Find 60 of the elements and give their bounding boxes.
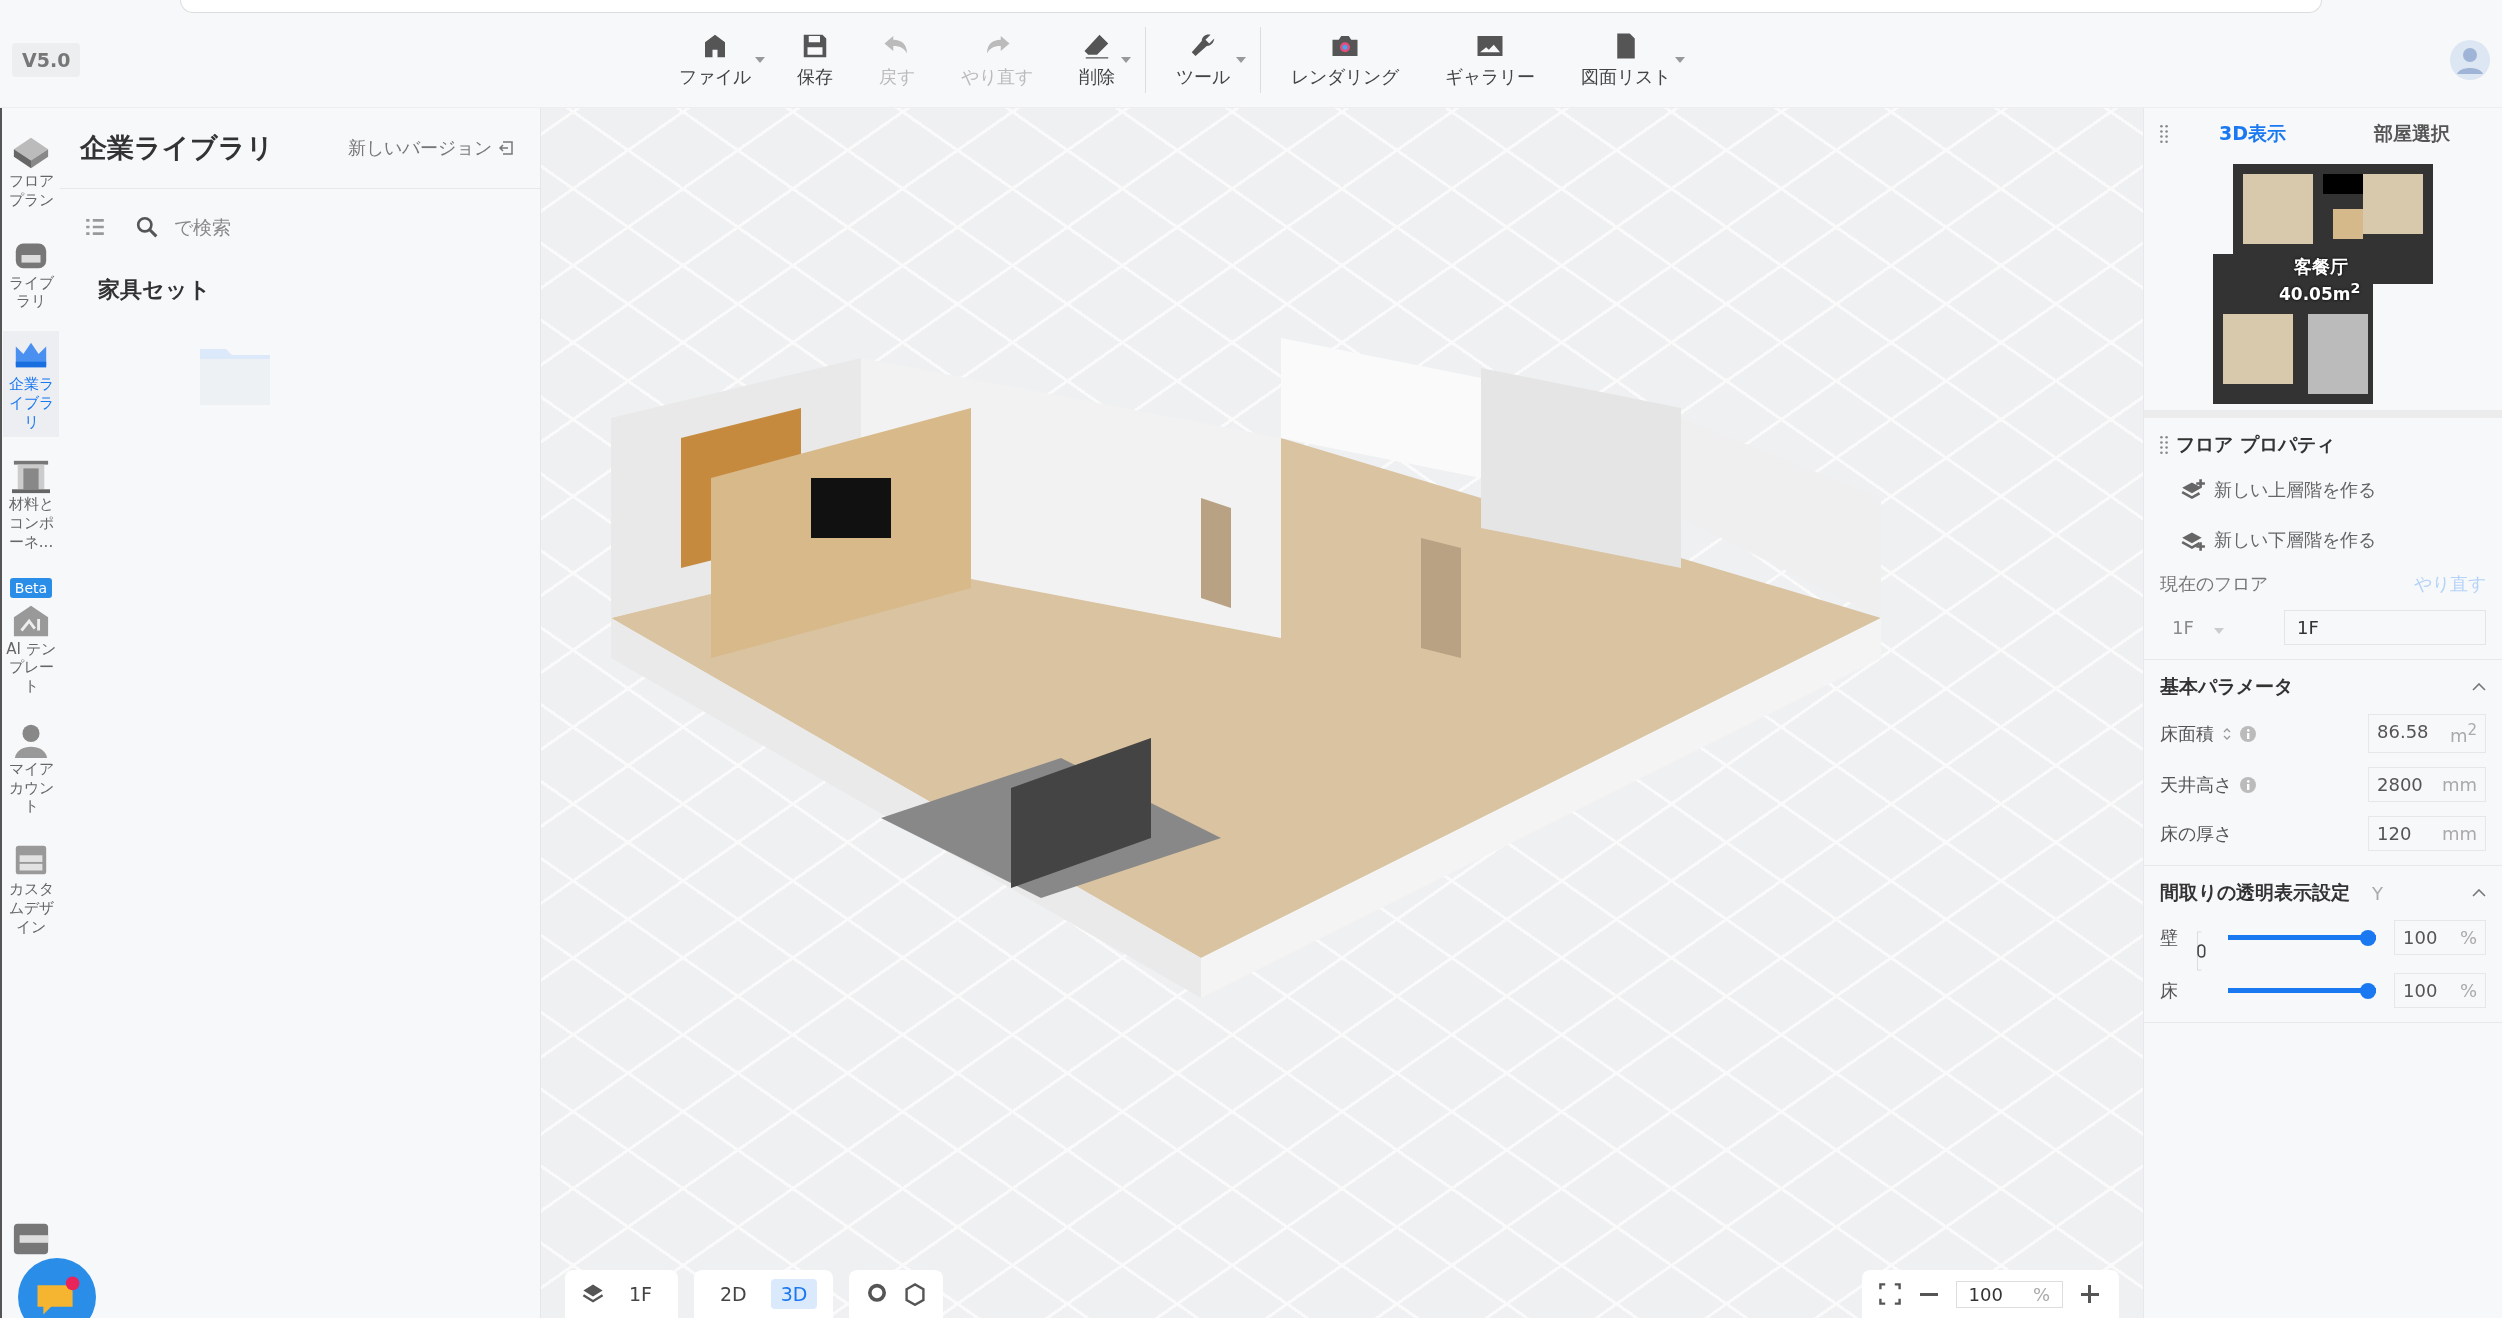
field-label: 天井高さ xyxy=(2160,772,2232,797)
value-field[interactable]: 100 % xyxy=(2394,973,2486,1008)
add-floor-button[interactable]: 新しい上層階を作る xyxy=(2160,472,2486,508)
chat-button[interactable] xyxy=(18,1258,96,1318)
value-field[interactable]: 86.58 m$^{2}$ xyxy=(2368,714,2486,753)
list-icon[interactable] xyxy=(84,216,106,238)
drag-handle-icon[interactable] xyxy=(2160,125,2168,143)
room-label: 客餐厅 xyxy=(2294,255,2348,279)
panel-title: 企業ライブラリ xyxy=(80,131,274,165)
sidebar-item[interactable]: カスタムデザイン xyxy=(3,836,59,943)
collapse-chevron-icon[interactable] xyxy=(2472,889,2486,897)
beta-badge: Beta xyxy=(9,577,53,598)
field-label: 床の厚さ xyxy=(2160,821,2232,846)
view-tab[interactable]: 3D表示 xyxy=(2178,120,2327,148)
toolbar-button[interactable]: 削除 xyxy=(1063,27,1147,93)
field-label: 床面積 xyxy=(2160,721,2214,746)
zoom-field[interactable]: 100 % xyxy=(1955,1280,2063,1308)
value-field[interactable]: 120 mm xyxy=(2368,816,2486,851)
search-icon[interactable] xyxy=(136,216,158,238)
fit-view-icon[interactable] xyxy=(1877,1282,1902,1306)
dropdown-caret-icon xyxy=(1121,57,1132,63)
view-tab[interactable]: 部屋選択 xyxy=(2337,120,2486,148)
field-label: 現在のフロア xyxy=(2160,572,2268,596)
room-area-label: 40.05m$^{2}$ xyxy=(2279,280,2361,304)
section-title: 基本パラメータ xyxy=(2160,674,2293,699)
search-field[interactable]: で検索 xyxy=(172,215,476,239)
value-field[interactable]: 2800 mm xyxy=(2368,767,2486,802)
sidebar-item[interactable]: Beta AI テンプレート xyxy=(3,571,59,702)
dropdown-caret-icon xyxy=(755,57,766,63)
sidebar-item[interactable]: フロアプラン xyxy=(3,128,59,216)
sidebar-item[interactable]: マイアカウント xyxy=(3,715,59,822)
floor-name-field[interactable]: 1F xyxy=(2284,610,2486,645)
toolbar-button[interactable]: ギャラリー xyxy=(1429,27,1552,93)
section-title: フロア プロパティ xyxy=(2176,432,2335,457)
toolbar-button[interactable]: 保存 xyxy=(781,27,850,93)
version-badge: V5.0 xyxy=(12,43,81,77)
drag-handle-icon[interactable] xyxy=(2160,436,2168,454)
field-label: 床 xyxy=(2160,978,2179,1003)
collapse-chevron-icon[interactable] xyxy=(2472,683,2486,691)
dropdown-caret-icon xyxy=(1675,57,1686,63)
dropdown-caret-icon xyxy=(1236,57,1247,63)
value-field[interactable]: 100 % xyxy=(2394,920,2486,955)
toolbar-button[interactable]: レンダリング xyxy=(1275,27,1416,93)
field-label: 壁 xyxy=(2160,925,2179,950)
exit-icon xyxy=(498,140,514,156)
sidebar-item[interactable]: ライブラリ xyxy=(3,229,59,317)
slider-thumb[interactable] xyxy=(2360,982,2376,999)
slider-thumb[interactable] xyxy=(2360,929,2376,946)
toolbar-button[interactable]: ファイル xyxy=(663,27,768,93)
layers-plus-icon xyxy=(2180,479,2206,501)
add-floor-button[interactable]: 新しい下層階を作る xyxy=(2160,522,2486,558)
sidebar-item[interactable]: 材料とコンポーネ... xyxy=(3,451,59,558)
shortcut-hint: Y xyxy=(2372,882,2383,904)
section-title: 間取りの透明表示設定 xyxy=(2160,880,2350,905)
toolbar-button[interactable]: ツール xyxy=(1160,27,1262,93)
sidebar-item[interactable]: 企業ライブラリ xyxy=(3,331,59,438)
view-toggle[interactable]: 2D xyxy=(710,1279,757,1309)
section-title: 家具セット xyxy=(98,276,212,304)
toolbar-button[interactable]: 図面リスト xyxy=(1565,27,1688,93)
new-version-link[interactable]: 新しいバージョン xyxy=(342,135,520,161)
